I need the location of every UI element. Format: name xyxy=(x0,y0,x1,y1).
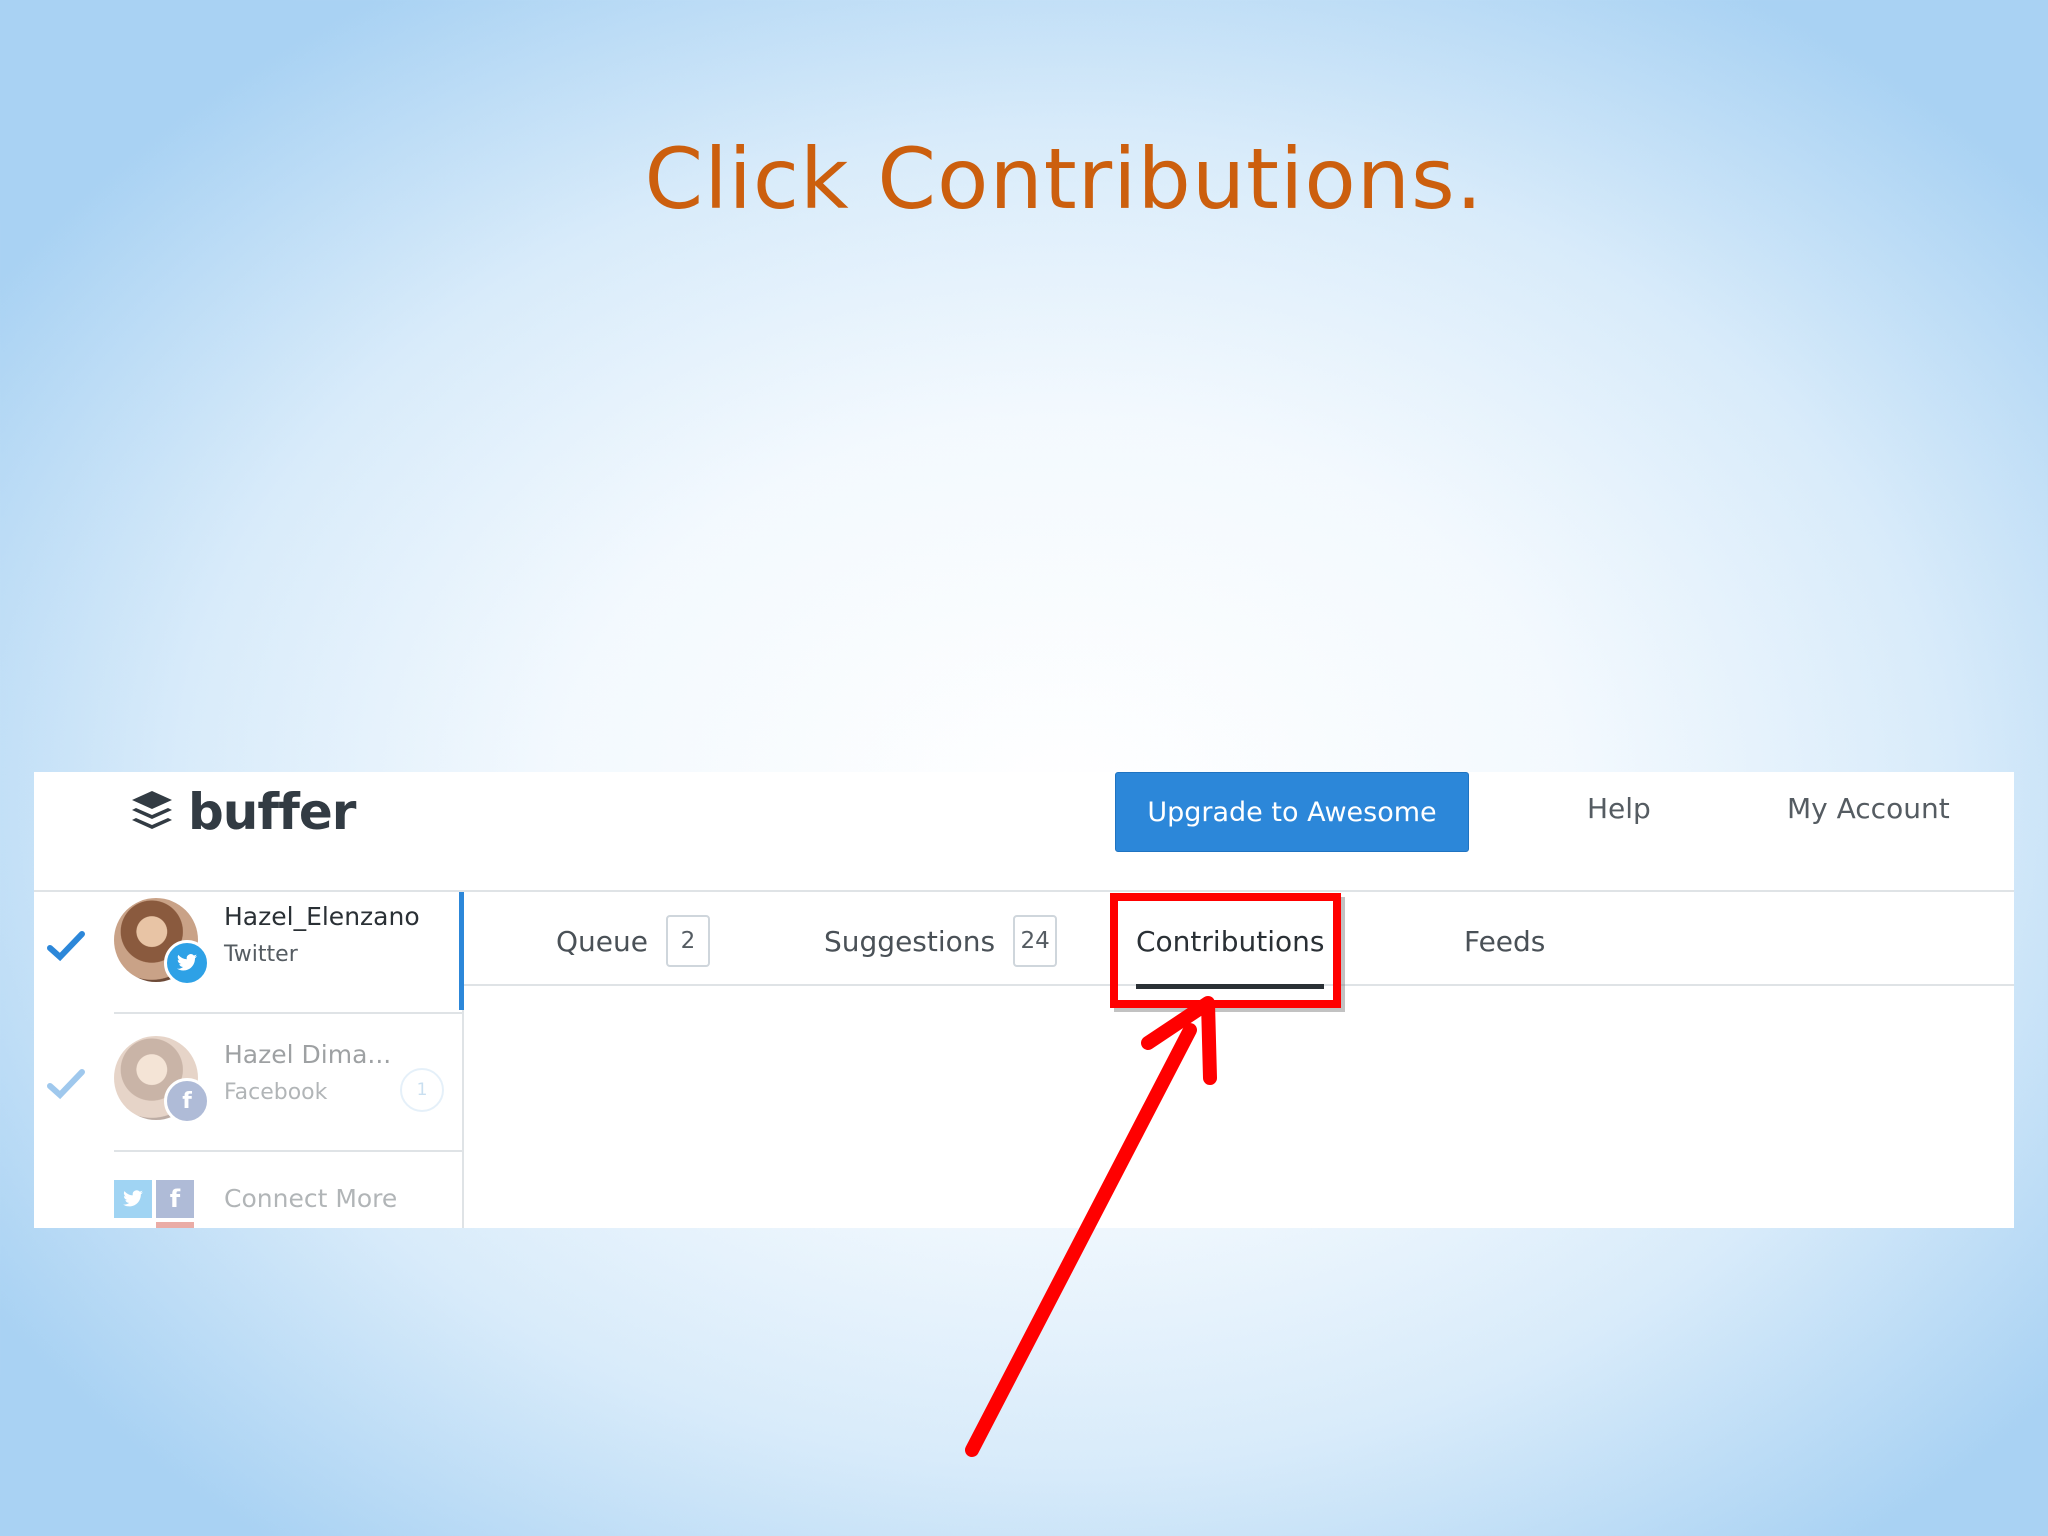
profile-item-facebook[interactable]: f Hazel Dima... Facebook 1 xyxy=(34,1030,462,1150)
profile-network: Facebook xyxy=(224,1080,328,1105)
facebook-icon: f xyxy=(164,1078,210,1124)
tab-label: Feeds xyxy=(1464,924,1546,958)
buffer-logo[interactable]: buffer xyxy=(130,782,356,842)
profile-item-twitter[interactable]: Hazel_Elenzano Twitter xyxy=(34,892,464,1012)
callout-arrow xyxy=(965,996,1217,1457)
connect-network-icons: f xyxy=(114,1180,198,1228)
twitter-icon xyxy=(164,940,210,986)
divider xyxy=(114,1012,462,1014)
checkmark-icon xyxy=(47,931,85,962)
slide-title: Click Contributions. xyxy=(644,130,1484,228)
tab-label: Suggestions xyxy=(824,924,996,958)
profile-name: Hazel_Elenzano xyxy=(224,902,420,931)
suggestions-count-badge: 24 xyxy=(1013,915,1058,967)
help-link[interactable]: Help xyxy=(1587,792,1651,825)
connect-more-label: Connect More xyxy=(224,1184,398,1213)
tab-queue[interactable]: Queue 2 xyxy=(556,914,710,968)
profile-network: Twitter xyxy=(224,942,298,967)
divider xyxy=(114,1150,462,1152)
pending-count-badge: 1 xyxy=(400,1068,444,1112)
upgrade-button[interactable]: Upgrade to Awesome xyxy=(1115,772,1469,852)
profile-sidebar: Hazel_Elenzano Twitter f Hazel Dima... F… xyxy=(34,892,464,1228)
top-bar: buffer Upgrade to Awesome Help My Accoun… xyxy=(34,772,2014,892)
logo-text: buffer xyxy=(188,783,356,841)
tab-suggestions[interactable]: Suggestions 24 xyxy=(824,914,1058,968)
queue-count-badge: 2 xyxy=(665,915,710,967)
twitter-icon xyxy=(114,1180,152,1218)
checkmark-icon xyxy=(47,1069,85,1100)
buffer-stack-icon xyxy=(132,791,172,829)
buffer-app-screenshot: buffer Upgrade to Awesome Help My Accoun… xyxy=(34,772,2014,1228)
tab-label: Queue xyxy=(556,924,648,958)
callout-highlight-box xyxy=(1110,893,1341,1008)
profile-name: Hazel Dima... xyxy=(224,1040,392,1069)
google-plus-icon xyxy=(156,1222,194,1228)
facebook-icon: f xyxy=(156,1180,194,1218)
tab-feeds[interactable]: Feeds xyxy=(1464,914,1545,968)
connect-more-item[interactable]: f Connect More xyxy=(34,1172,462,1228)
my-account-link[interactable]: My Account xyxy=(1787,792,1950,825)
